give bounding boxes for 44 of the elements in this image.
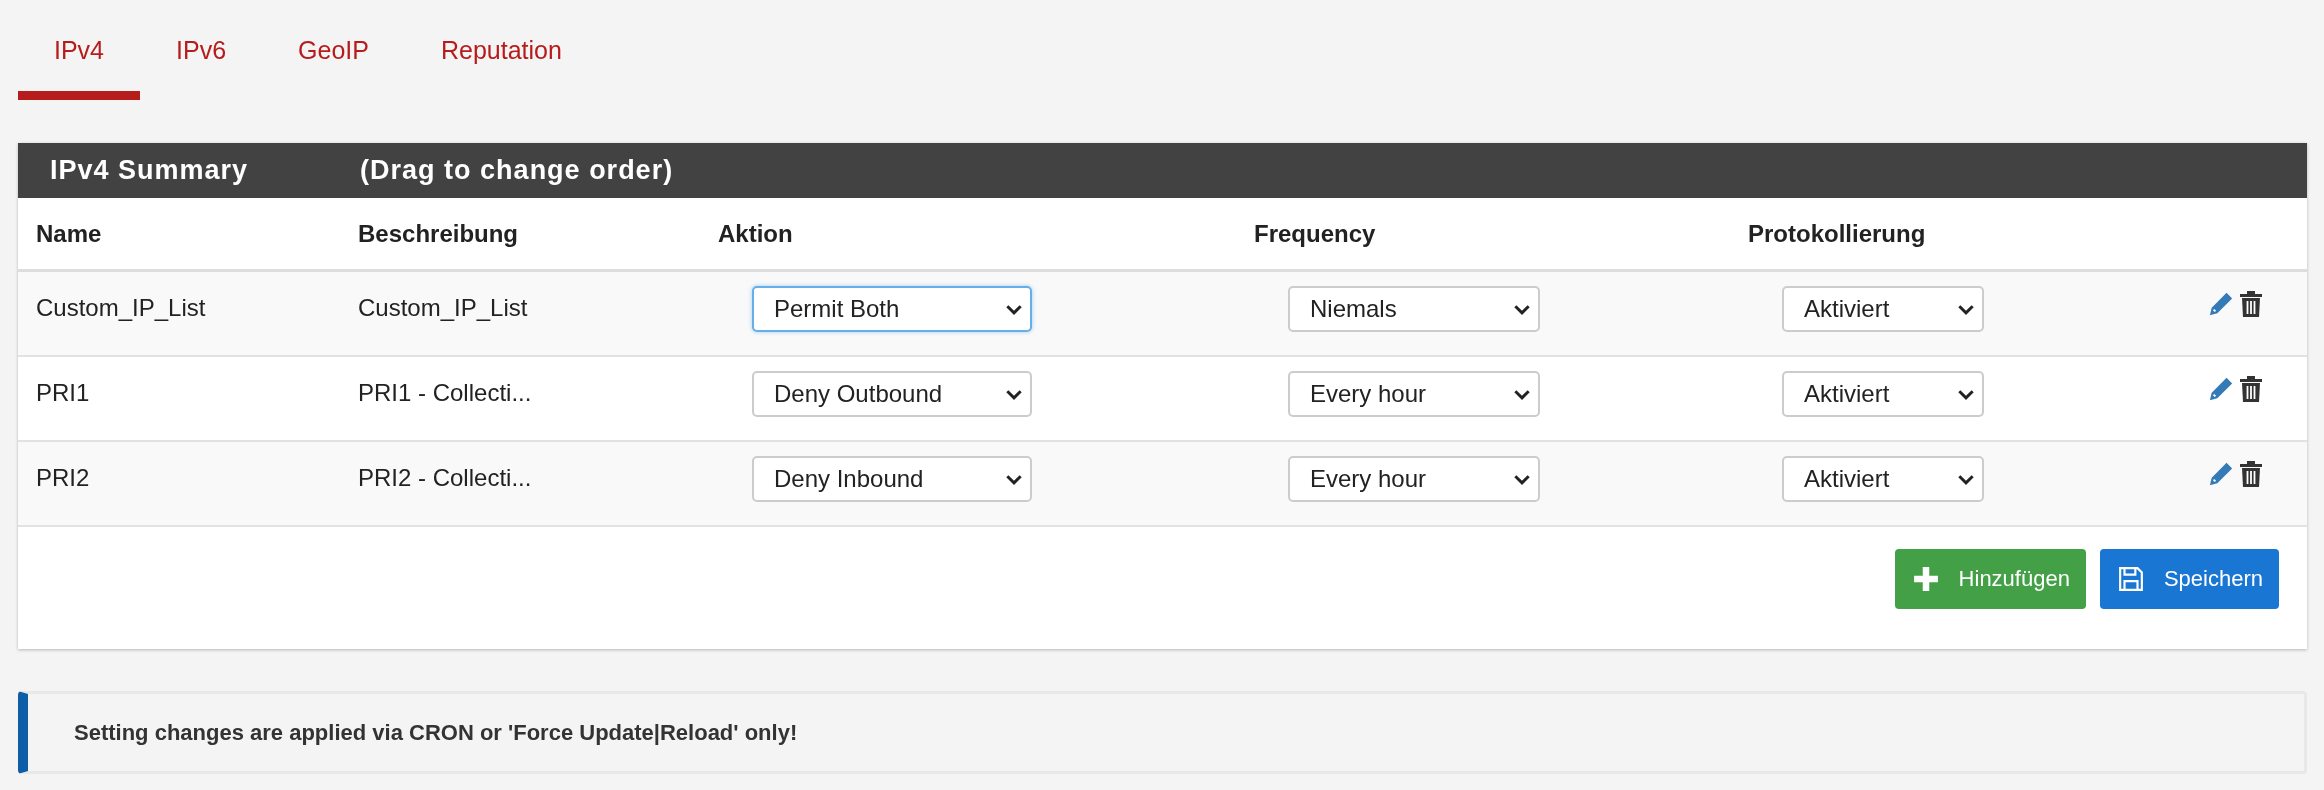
pencil-icon[interactable] [2208,290,2234,318]
dropdown[interactable]: Deny Inbound [752,456,1032,502]
dropdown[interactable]: Every hour [1288,371,1540,417]
table-cell-text: PRI1 - Collecti... [358,378,533,407]
table-cell-text: Custom_IP_List [36,293,207,322]
table-cell-text: PRI2 [36,463,91,492]
chevron-icon [1958,388,1974,400]
dropdown[interactable]: Niemals [1288,286,1540,332]
dropdown[interactable]: Aktiviert [1782,286,1984,332]
dropdown[interactable]: Permit Both [752,286,1032,332]
plus-icon [1912,566,1939,592]
column-header: Protokollierung [1748,219,1927,248]
chevron-icon [1006,303,1022,315]
chevron-icon [1514,473,1530,485]
chevron-icon [1514,388,1530,400]
tab[interactable]: IPv4 [18,28,141,100]
column-header: Name [36,219,103,248]
notice-text: Setting changes are applied via CRON or 'Force Update|Reload' only! [74,719,798,746]
pencil-icon[interactable] [2208,460,2234,488]
chevron-icon [1006,388,1022,400]
trash-icon[interactable] [2238,290,2264,318]
chevron-icon [1958,303,1974,315]
panel-subtitle: (Drag to change order) [360,155,674,186]
column-header: Beschreibung [358,219,520,248]
dropdown[interactable]: Aktiviert [1782,456,1984,502]
tab[interactable]: IPv6 [140,28,263,100]
panel-title: IPv4 Summary [50,155,249,186]
tab[interactable]: Reputation [404,28,598,100]
dropdown[interactable]: Aktiviert [1782,371,1984,417]
column-header: Frequency [1254,219,1377,248]
table-cell-text: Custom_IP_List [358,293,529,322]
dropdown[interactable]: Every hour [1288,456,1540,502]
trash-icon[interactable] [2238,375,2264,403]
save-button[interactable]: Speichern [2099,549,2279,609]
trash-icon[interactable] [2238,460,2264,488]
dropdown[interactable]: Deny Outbound [752,371,1032,417]
chevron-icon [1514,303,1530,315]
tab[interactable]: GeoIP [262,28,405,100]
table-cell-text: PRI1 [36,378,91,407]
table-cell-text: PRI2 - Collecti... [358,463,533,492]
chevron-icon [1958,473,1974,485]
column-header: Aktion [718,219,794,248]
chevron-icon [1006,473,1022,485]
pencil-icon[interactable] [2208,375,2234,403]
